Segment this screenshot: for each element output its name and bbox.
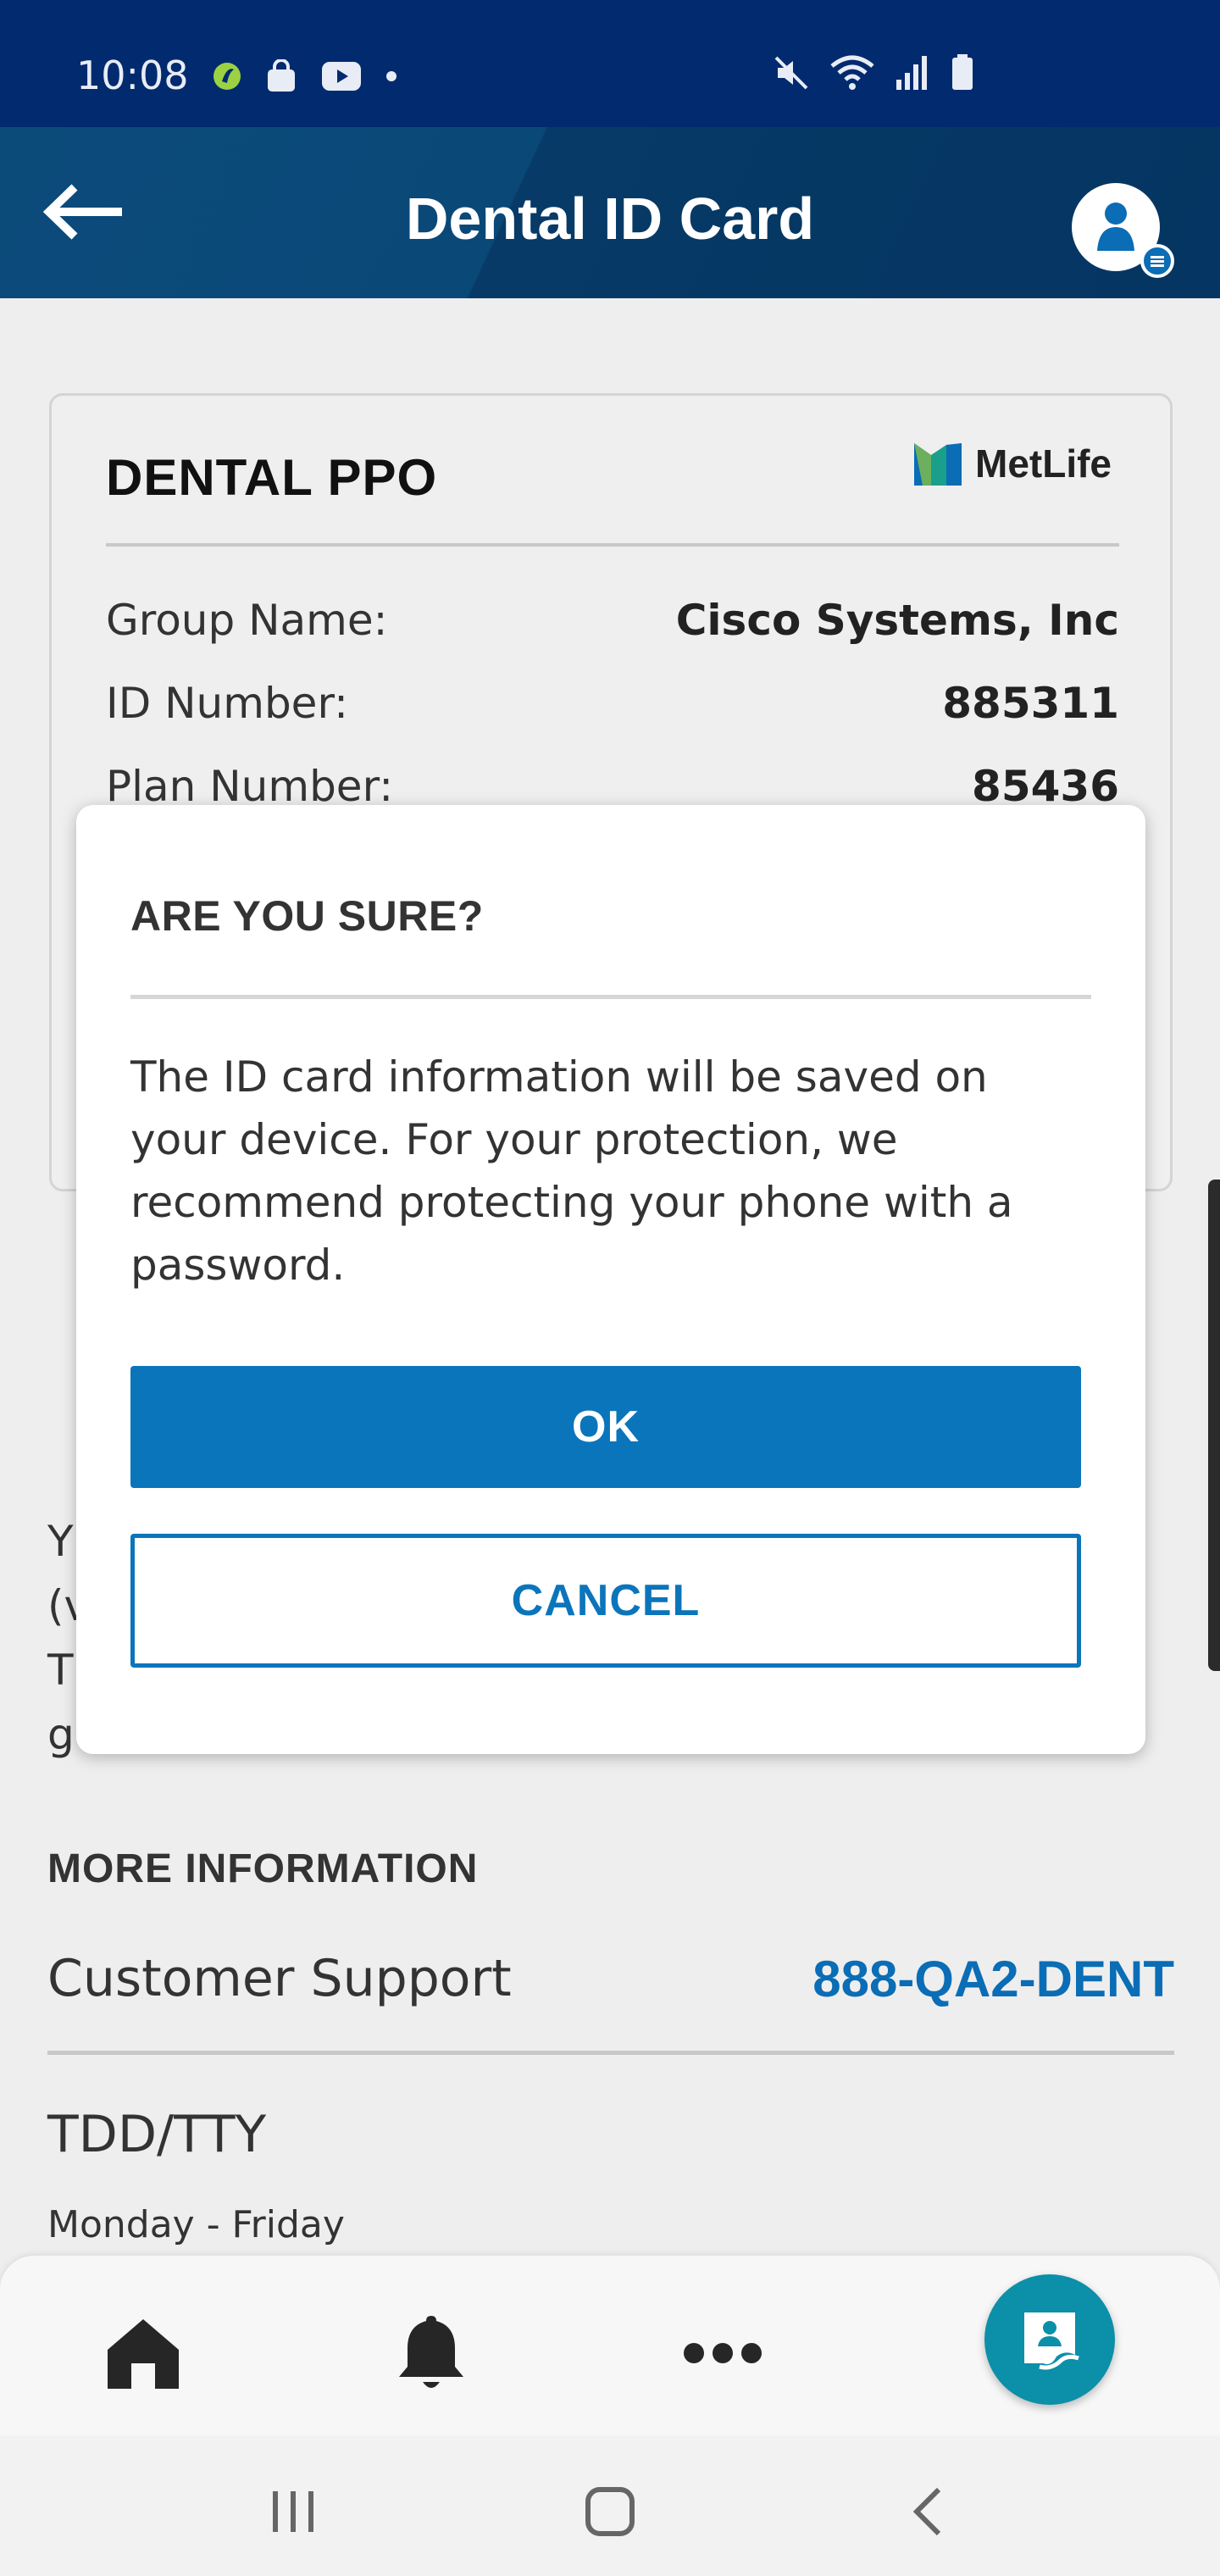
recent-apps-button[interactable]	[259, 2478, 327, 2545]
status-time: 10:08	[76, 53, 189, 98]
card-row-plan: Plan Number: 85436	[106, 762, 1119, 811]
customer-support-row: Customer Support 888-QA2-DENT	[47, 1949, 1174, 2008]
wifi-icon	[829, 54, 876, 95]
nav-notifications-button[interactable]	[385, 2307, 478, 2400]
card-row-value: 85436	[972, 762, 1119, 811]
id-card-icon	[1024, 2312, 1079, 2370]
status-icons-right	[773, 54, 974, 95]
battery-icon	[951, 54, 974, 95]
background-text-line: Y	[47, 1517, 74, 1566]
scroll-handle[interactable]	[1208, 1180, 1220, 1671]
page-title: Dental ID Card	[405, 186, 815, 252]
home-icon	[108, 2319, 179, 2389]
app-notification-icon	[212, 59, 242, 97]
status-icons-left	[212, 58, 398, 97]
brand-name: MetLife	[975, 441, 1112, 486]
youtube-icon	[320, 60, 363, 96]
card-row-label: Plan Number:	[106, 762, 394, 811]
background-text-line: g	[47, 1710, 75, 1759]
bell-icon	[399, 2316, 463, 2388]
card-row-label: Group Name:	[106, 596, 388, 645]
nav-id-card-button[interactable]	[984, 2274, 1115, 2405]
dot-icon	[385, 69, 398, 86]
plan-title: DENTAL PPO	[106, 449, 438, 506]
cancel-button[interactable]: CANCEL	[130, 1534, 1081, 1668]
card-row-value: 885311	[942, 679, 1119, 728]
home-system-button[interactable]	[576, 2478, 644, 2545]
hours-text: Monday - Friday	[47, 2203, 345, 2246]
metlife-logo-icon	[914, 443, 962, 486]
background-text-line: T	[47, 1646, 74, 1695]
system-nav	[0, 2435, 1220, 2576]
bag-icon	[264, 58, 298, 97]
nav-more-button[interactable]	[676, 2307, 769, 2400]
chevron-left-icon	[912, 2487, 941, 2536]
info-divider	[47, 2051, 1174, 2055]
home-square-icon	[585, 2487, 635, 2536]
more-info-heading: MORE INFORMATION	[47, 1846, 479, 1891]
recent-apps-icon	[273, 2491, 313, 2532]
card-row-group: Group Name: Cisco Systems, Inc	[106, 596, 1119, 645]
ok-button[interactable]: OK	[130, 1366, 1081, 1488]
bottom-nav	[0, 2256, 1220, 2435]
tdd-row: TDD/TTY	[47, 2105, 1174, 2164]
menu-badge-icon	[1140, 244, 1174, 278]
dialog-title: ARE YOU SURE?	[130, 892, 484, 940]
card-row-value: Cisco Systems, Inc	[675, 596, 1119, 645]
status-bar: 10:08	[0, 0, 1220, 127]
app-bar: Dental ID Card	[0, 127, 1220, 298]
signal-icon	[895, 54, 932, 95]
card-divider	[106, 543, 1119, 547]
confirm-dialog: ARE YOU SURE? The ID card information wi…	[76, 805, 1145, 1754]
dialog-message: The ID card information will be saved on…	[130, 1052, 1013, 1290]
more-icon	[684, 2343, 762, 2363]
brand-logo: MetLife	[912, 440, 1112, 487]
customer-support-phone-link[interactable]: 888-QA2-DENT	[812, 1950, 1174, 2008]
nav-home-button[interactable]	[97, 2307, 190, 2400]
tdd-label: TDD/TTY	[47, 2105, 267, 2164]
card-row-label: ID Number:	[106, 679, 348, 728]
customer-support-label: Customer Support	[47, 1949, 512, 2008]
card-row-id: ID Number: 885311	[106, 679, 1119, 728]
dialog-divider	[130, 995, 1091, 999]
mute-icon	[773, 54, 810, 95]
back-system-button[interactable]	[893, 2478, 961, 2545]
